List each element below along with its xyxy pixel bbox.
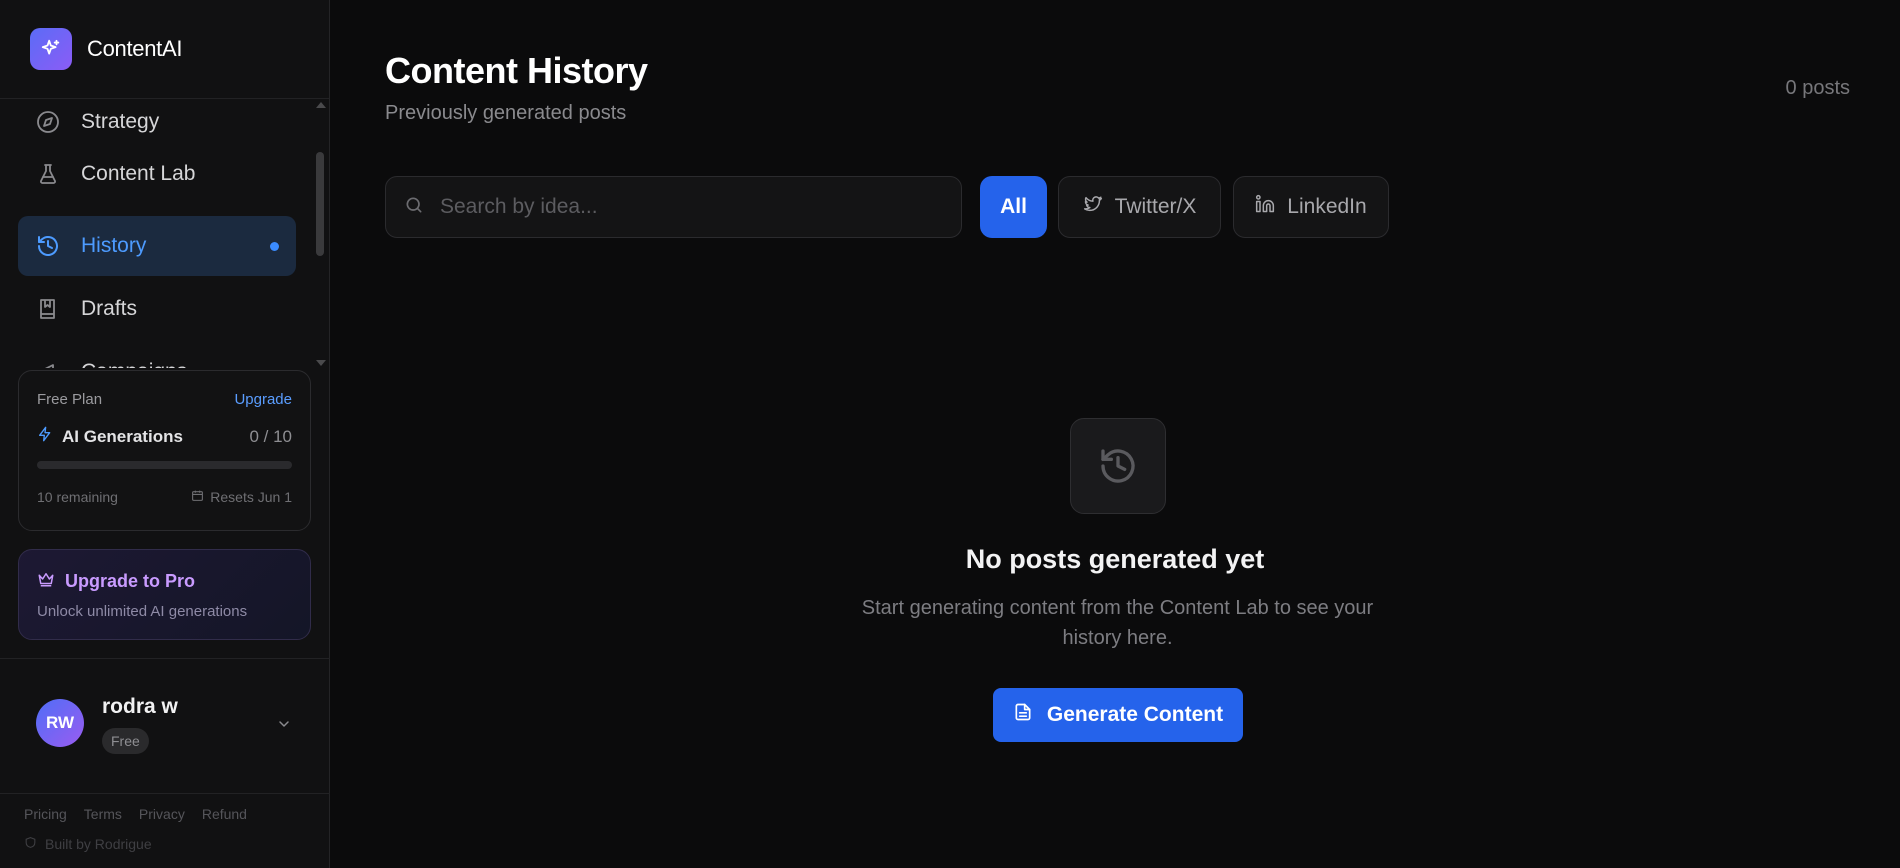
- sidebar-item-label: Strategy: [81, 110, 160, 133]
- footer-links: Pricing Terms Privacy Refund: [24, 806, 247, 822]
- page-title: Content History: [385, 50, 648, 91]
- footer-link-terms[interactable]: Terms: [84, 806, 122, 822]
- remaining-text: 10 remaining: [37, 489, 118, 505]
- twitter-icon: [1083, 194, 1103, 220]
- footer-link-privacy[interactable]: Privacy: [139, 806, 185, 822]
- compass-icon: [35, 109, 61, 135]
- sidebar-item-drafts[interactable]: Drafts: [18, 279, 296, 339]
- scroll-up-arrow[interactable]: [316, 102, 326, 108]
- footer-link-pricing[interactable]: Pricing: [24, 806, 67, 822]
- footer-link-refund[interactable]: Refund: [202, 806, 247, 822]
- search-input[interactable]: [440, 195, 940, 219]
- brand-name: ContentAI: [87, 36, 183, 61]
- sidebar-item-label: History: [81, 234, 147, 257]
- sidebar-item-label: Drafts: [81, 297, 138, 320]
- scroll-down-arrow[interactable]: [316, 360, 326, 366]
- filter-twitter-button[interactable]: Twitter/X: [1058, 176, 1221, 238]
- history-icon: [35, 233, 61, 259]
- app: ContentAI Strategy Content Lab History D…: [0, 0, 1900, 868]
- sidebar-scrollbar[interactable]: [313, 100, 327, 368]
- filter-label: LinkedIn: [1287, 195, 1367, 218]
- empty-state-history-icon: [1070, 418, 1166, 514]
- generations-label: AI Generations: [62, 426, 183, 446]
- filter-all-button[interactable]: All: [980, 176, 1047, 238]
- plan-card: Free Plan Upgrade AI Generations 0 / 10: [18, 370, 311, 531]
- document-icon: [1013, 702, 1033, 728]
- crown-icon: [37, 570, 55, 593]
- usage-progress-bar: [37, 461, 292, 469]
- filter-label: All: [1000, 195, 1027, 218]
- calendar-icon: [191, 489, 204, 505]
- empty-state-subtitle: Start generating content from the Conten…: [861, 597, 1374, 649]
- sidebar-item-content-lab[interactable]: Content Lab: [18, 144, 296, 204]
- built-by-text: Built by Rodrigue: [45, 836, 152, 852]
- lightning-icon: [37, 426, 53, 447]
- generate-label: Generate Content: [1046, 703, 1224, 726]
- upgrade-pro-card[interactable]: Upgrade to Pro Unlock unlimited AI gener…: [18, 549, 311, 640]
- main-content: Content History Previously generated pos…: [330, 0, 1900, 868]
- plan-name: Free Plan: [37, 391, 103, 408]
- filter-label: Twitter/X: [1114, 195, 1197, 218]
- linkedin-icon: [1255, 194, 1275, 220]
- sidebar-item-campaigns[interactable]: Campaigns: [18, 342, 296, 368]
- user-name: rodra w: [102, 695, 178, 718]
- empty-state-title: No posts generated yet: [965, 544, 1265, 574]
- generate-content-button[interactable]: Generate Content: [993, 688, 1243, 742]
- pro-subtitle: Unlock unlimited AI generations: [37, 603, 248, 620]
- sidebar-nav: Strategy Content Lab History Drafts: [0, 100, 330, 368]
- active-indicator: [270, 242, 279, 251]
- reset-date: Resets Jun 1: [210, 489, 292, 505]
- sparkles-icon: [30, 28, 72, 70]
- built-by: Built by Rodrigue: [24, 836, 152, 852]
- generations-count: 0 / 10: [249, 426, 292, 446]
- search-box[interactable]: [385, 176, 962, 238]
- sidebar-item-history[interactable]: History: [18, 216, 296, 276]
- scroll-thumb[interactable]: [316, 152, 324, 256]
- avatar: RW: [36, 699, 84, 747]
- chevron-down-icon[interactable]: [276, 716, 292, 737]
- pro-title: Upgrade to Pro: [65, 571, 196, 591]
- megaphone-icon: [35, 359, 61, 368]
- filter-linkedin-button[interactable]: LinkedIn: [1233, 176, 1389, 238]
- page-subtitle: Previously generated posts: [385, 102, 627, 124]
- book-icon: [35, 296, 61, 322]
- search-icon: [404, 195, 424, 220]
- shield-icon: [24, 836, 37, 852]
- user-menu[interactable]: RW rodra w Free: [0, 658, 330, 794]
- flask-icon: [35, 161, 61, 187]
- sidebar-item-label: Campaigns: [81, 360, 187, 368]
- upgrade-link[interactable]: Upgrade: [234, 391, 292, 408]
- sidebar-item-label: Content Lab: [81, 162, 196, 185]
- sidebar: ContentAI Strategy Content Lab History D…: [0, 0, 330, 868]
- post-count: 0 posts: [1785, 77, 1850, 99]
- brand[interactable]: ContentAI: [0, 0, 329, 99]
- plan-badge: Free: [102, 728, 149, 754]
